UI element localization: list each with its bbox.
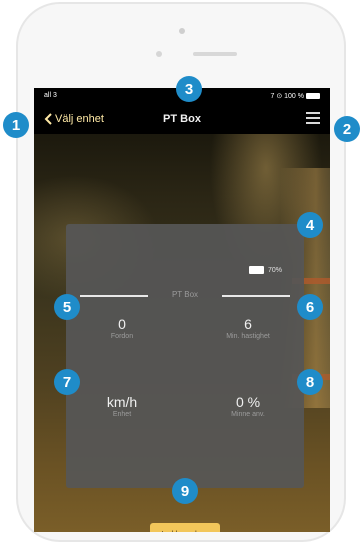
device-panel: 70% PT Box 0 Fordon 6 Min. hastighet km/… (66, 224, 304, 532)
stat-min-speed: 6 Min. hastighet (202, 316, 294, 340)
callout-badge-1: 1 (3, 112, 29, 138)
front-camera (179, 28, 185, 34)
callout-badge-6: 6 (297, 294, 323, 320)
status-right-text: 7 ⊙ 100 % (270, 93, 305, 100)
stat-vehicles: 0 Fordon (86, 316, 158, 340)
menu-button[interactable] (306, 112, 320, 124)
menu-icon-bar (306, 122, 320, 124)
signal-indicator: all 3 (44, 92, 57, 99)
stat-label: Fordon (110, 333, 134, 340)
callout-badge-7: 7 (54, 369, 80, 395)
proximity-sensor (156, 51, 162, 57)
page-title: PT Box (163, 113, 201, 125)
battery-icon (248, 266, 264, 274)
callout-badge-9: 9 (172, 478, 198, 504)
stat-label: Enhet (112, 411, 132, 418)
callout-badge-3: 3 (176, 76, 202, 102)
stat-label: Minne anv. (231, 411, 265, 418)
callout-badge-4: 4 (297, 212, 323, 238)
stat-value: 0 (118, 316, 126, 332)
stat-unit: km/h Enhet (86, 394, 158, 418)
navigation-bar: Välj enhet PT Box (34, 104, 330, 134)
menu-icon-bar (306, 112, 320, 114)
device-divider: PT Box (80, 290, 290, 302)
divider-line (222, 295, 290, 297)
callout-badge-8: 8 (297, 369, 323, 395)
battery-icon (306, 93, 320, 100)
status-right: 7 ⊙ 100 % (270, 92, 320, 100)
menu-icon-bar (306, 117, 320, 119)
stat-value: 6 (244, 316, 252, 332)
stat-memory-used: 0 % Minne anv. (202, 394, 294, 418)
stat-value: 0 % (235, 394, 261, 410)
earpiece-speaker (193, 52, 237, 56)
callout-badge-2: 2 (334, 116, 360, 142)
callout-badge-5: 5 (54, 294, 80, 320)
download-log-button[interactable]: Ladda ner logg (150, 523, 220, 532)
battery-percent: 70% (267, 266, 282, 274)
stat-label: Min. hastighet (226, 333, 270, 340)
stat-value: km/h (106, 394, 138, 410)
device-battery: 70% (248, 266, 282, 274)
